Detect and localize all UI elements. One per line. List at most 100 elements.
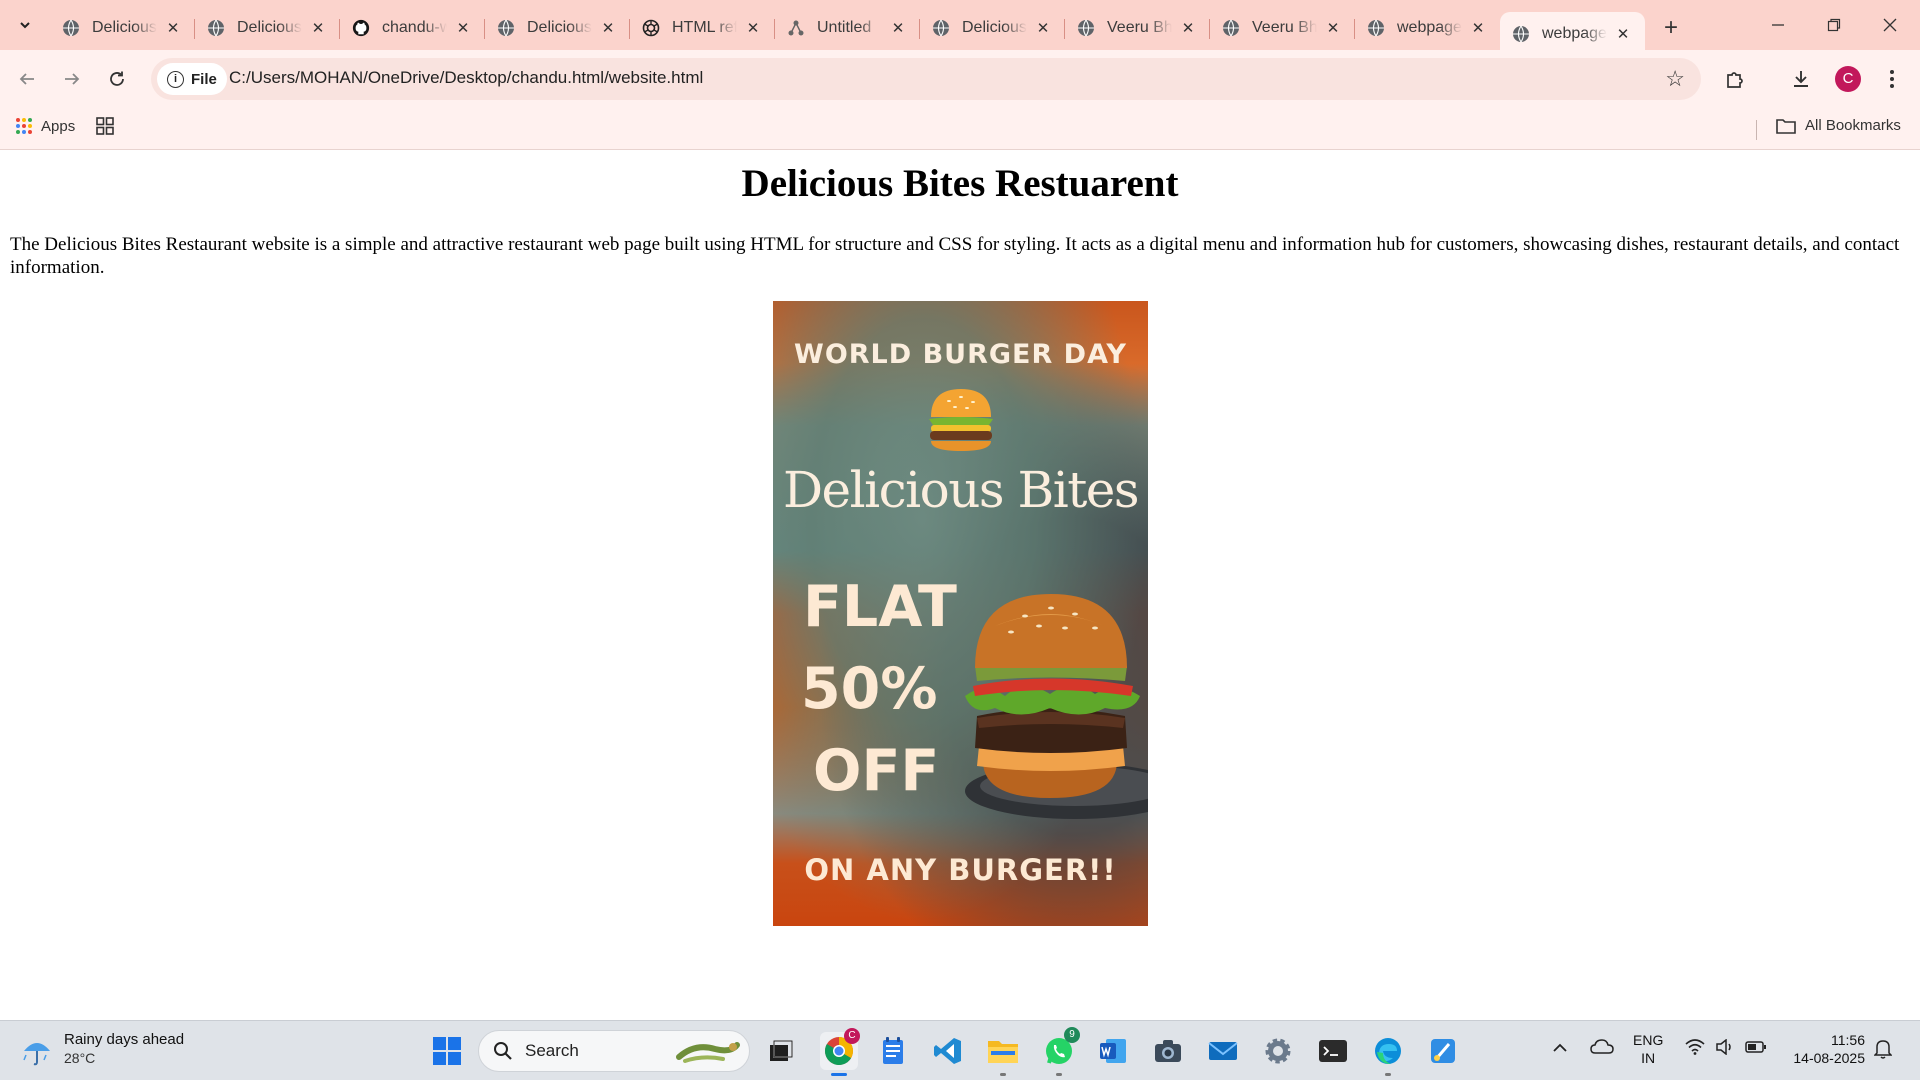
tab-close-icon[interactable]: ✕ <box>743 18 763 38</box>
globe-icon <box>1367 19 1385 37</box>
apps-bookmark[interactable]: Apps <box>15 117 75 135</box>
active-app-indicator <box>831 1073 847 1076</box>
tab[interactable]: Delicious Bites Restuarent ✕ <box>920 9 1065 47</box>
terminal-icon <box>1319 1040 1347 1062</box>
notifications-button[interactable] <box>1873 1039 1893 1063</box>
tab-close-icon[interactable]: ✕ <box>1613 24 1633 44</box>
menu-button[interactable] <box>1876 63 1908 95</box>
tab-title: chandu-website <box>382 19 447 36</box>
back-button[interactable] <box>11 63 43 95</box>
url-text[interactable]: C:/Users/MOHAN/OneDrive/Desktop/chandu.h… <box>229 68 703 88</box>
minimize-icon <box>1772 24 1784 26</box>
diagram-icon <box>787 19 805 37</box>
tab-close-icon[interactable]: ✕ <box>598 18 618 38</box>
tab-close-icon[interactable]: ✕ <box>1468 18 1488 38</box>
tab-close-icon[interactable]: ✕ <box>163 18 183 38</box>
tab-close-icon[interactable]: ✕ <box>453 18 473 38</box>
tab[interactable]: Delicious Bites Restuarent ✕ <box>50 9 195 47</box>
vscode-icon <box>934 1038 961 1064</box>
address-bar[interactable]: i File C:/Users/MOHAN/OneDrive/Desktop/c… <box>151 58 1701 100</box>
paint-icon <box>1431 1039 1455 1063</box>
globe-icon <box>1222 19 1240 37</box>
language-indicator[interactable]: ENG IN <box>1633 1031 1663 1067</box>
restore-button[interactable] <box>1806 0 1862 50</box>
scheme-label: File <box>191 70 217 88</box>
onedrive-button[interactable] <box>1590 1039 1614 1059</box>
tab[interactable]: Veeru Bhai ✕ <box>1065 9 1210 47</box>
tab[interactable]: Veeru Bhai ✕ <box>1210 9 1355 47</box>
taskbar-mail[interactable] <box>1204 1032 1242 1070</box>
clock[interactable]: 11:56 14-08-2025 <box>1785 1031 1865 1067</box>
page-description: The Delicious Bites Restaurant website i… <box>10 234 1900 278</box>
tab-title: webpage <box>1542 25 1607 42</box>
tab-title: webpage <box>1397 19 1462 36</box>
search-icon <box>494 1042 512 1060</box>
taskbar-word[interactable] <box>1094 1032 1132 1070</box>
search-placeholder: Search <box>525 1041 579 1060</box>
globe-icon <box>207 19 225 37</box>
tab[interactable]: chandu-website ✕ <box>340 9 485 47</box>
taskbar-search-box[interactable]: Search <box>478 1030 750 1072</box>
tab-groups-button[interactable] <box>96 117 114 135</box>
start-button[interactable] <box>428 1032 466 1070</box>
info-icon: i <box>167 70 184 88</box>
edge-icon <box>1375 1038 1401 1064</box>
weather-headline: Rainy days ahead <box>64 1031 185 1048</box>
tab-search-button[interactable] <box>10 10 40 40</box>
openai-icon <box>642 19 660 37</box>
reload-button[interactable] <box>101 63 133 95</box>
minimize-button[interactable] <box>1750 0 1806 50</box>
chevron-down-icon <box>20 22 30 29</box>
taskbar-whatsapp[interactable]: 9 <box>1040 1027 1080 1076</box>
poster-offer-line-2: 50% <box>801 656 938 722</box>
site-info-chip[interactable]: i File <box>157 63 227 95</box>
tab-close-icon[interactable]: ✕ <box>1323 18 1343 38</box>
taskbar-notepad[interactable] <box>874 1032 912 1070</box>
task-view-button[interactable] <box>762 1032 800 1070</box>
profile-avatar[interactable]: C <box>1835 66 1861 92</box>
tab-title: Delicious Bites Restuarent <box>237 19 302 36</box>
reload-icon <box>110 71 124 86</box>
forward-button[interactable] <box>56 63 88 95</box>
tab-close-icon[interactable]: ✕ <box>1178 18 1198 38</box>
taskbar-chrome[interactable]: C <box>820 1028 860 1076</box>
camera-icon <box>1155 1040 1181 1062</box>
bookmark-star-icon[interactable]: ☆ <box>1665 66 1685 92</box>
clock-time: 11:56 <box>1831 1032 1865 1048</box>
burger-emoji-icon <box>929 389 993 451</box>
tab-close-icon[interactable]: ✕ <box>1033 18 1053 38</box>
tab-close-icon[interactable]: ✕ <box>308 18 328 38</box>
taskbar-edge[interactable] <box>1369 1032 1407 1076</box>
bookmarks-divider <box>1756 120 1757 140</box>
gear-icon <box>1265 1038 1291 1064</box>
taskbar-vscode[interactable] <box>929 1032 967 1070</box>
tab-close-icon[interactable]: ✕ <box>888 18 908 38</box>
tab-title: Delicious Bites Restuarent <box>962 19 1027 36</box>
tab[interactable]: Delicious Bites Restuarent ✕ <box>195 9 340 47</box>
close-window-button[interactable] <box>1862 0 1918 50</box>
downloads-button[interactable] <box>1785 63 1817 95</box>
globe-icon <box>497 19 515 37</box>
kebab-menu-icon <box>1890 70 1894 88</box>
globe-icon <box>1077 19 1095 37</box>
bookmarks-bar: Apps All Bookmarks <box>0 108 1920 150</box>
quick-settings-button[interactable] <box>1685 1039 1767 1055</box>
new-tab-button[interactable]: + <box>1651 9 1691 47</box>
tab[interactable]: webpage ✕ <box>1355 9 1500 47</box>
windows-logo-icon <box>433 1037 461 1065</box>
tab[interactable]: HTML reference ✕ <box>630 9 775 47</box>
poster-offer-line-3: OFF <box>813 738 940 804</box>
taskbar-terminal[interactable] <box>1314 1032 1352 1070</box>
tab[interactable]: Untitled ✕ <box>775 9 920 47</box>
taskbar-file-explorer[interactable] <box>984 1032 1022 1076</box>
weather-widget[interactable]: Rainy days ahead 28°C <box>20 1031 184 1067</box>
all-bookmarks-button[interactable]: All Bookmarks <box>1776 117 1901 134</box>
taskbar-camera[interactable] <box>1149 1032 1187 1070</box>
taskbar-paint[interactable] <box>1424 1032 1462 1070</box>
extensions-button[interactable] <box>1719 63 1751 95</box>
show-hidden-icons-button[interactable] <box>1552 1039 1568 1057</box>
globe-icon <box>1512 25 1530 43</box>
tab[interactable]: Delicious Bites Restuarent ✕ <box>485 9 630 47</box>
taskbar-settings[interactable] <box>1259 1032 1297 1070</box>
search-highlight-illustration-icon <box>676 1042 740 1063</box>
